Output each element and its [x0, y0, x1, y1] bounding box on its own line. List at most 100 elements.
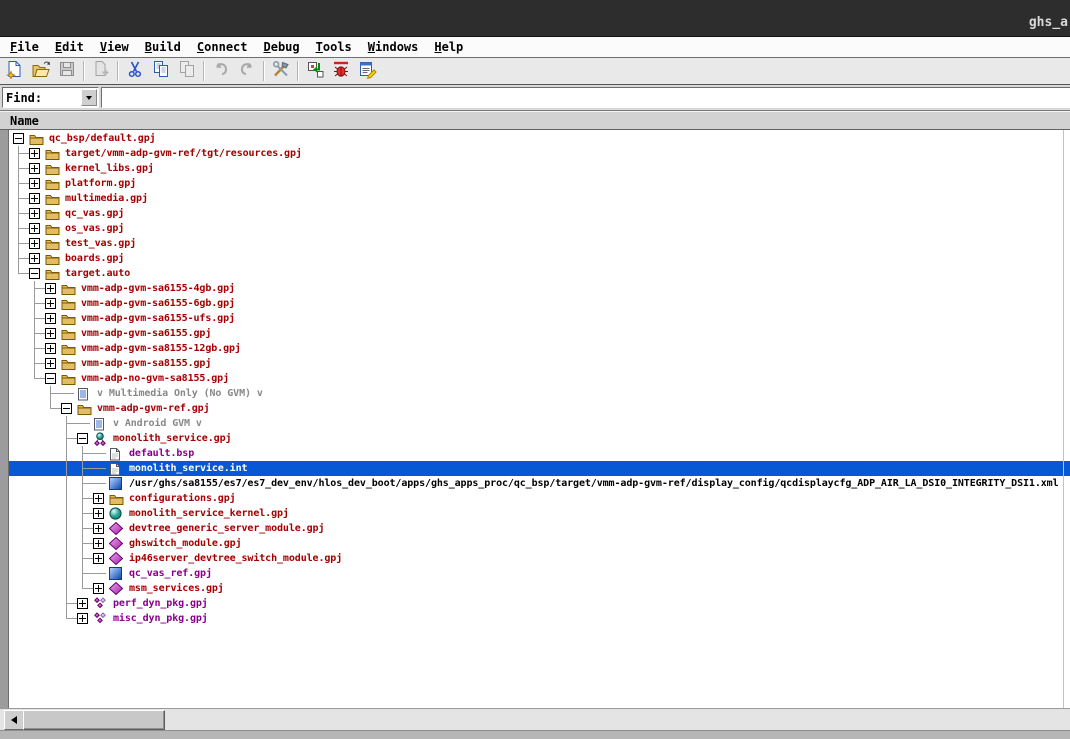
expand-toggle[interactable] [29, 178, 40, 189]
menu-connect[interactable]: Connect [189, 39, 256, 55]
expand-toggle[interactable] [45, 313, 56, 324]
tree-guide [13, 371, 29, 386]
tree-row-label: qc_vas.gpj [61, 208, 124, 219]
expand-toggle[interactable] [45, 328, 56, 339]
expand-toggle[interactable] [61, 403, 72, 414]
expand-toggle[interactable] [29, 238, 40, 249]
tree-row[interactable]: boards.gpj [9, 251, 1070, 266]
tree-row[interactable]: target.auto [9, 266, 1070, 281]
expand-toggle[interactable] [77, 433, 88, 444]
tree-row[interactable]: monolith_service.gpj [9, 431, 1070, 446]
expand-toggle[interactable] [29, 163, 40, 174]
tree-row[interactable]: /usr/ghs/sa8155/es7/es7_dev_env/hlos_dev… [9, 476, 1070, 491]
tree-guide [45, 596, 61, 611]
tree-row[interactable]: qc_bsp/default.gpj [9, 131, 1070, 146]
tree-row[interactable]: kernel_libs.gpj [9, 161, 1070, 176]
scrollbar-thumb[interactable] [23, 710, 165, 730]
expand-toggle[interactable] [29, 268, 40, 279]
tree-row[interactable]: multimedia.gpj [9, 191, 1070, 206]
menu-help[interactable]: Help [426, 39, 471, 55]
copy-button[interactable] [148, 59, 174, 83]
expand-toggle[interactable] [45, 343, 56, 354]
tree-row[interactable]: os_vas.gpj [9, 221, 1070, 236]
tree-row[interactable]: devtree_generic_server_module.gpj [9, 521, 1070, 536]
expand-toggle[interactable] [29, 193, 40, 204]
expand-toggle[interactable] [93, 523, 104, 534]
tree-row[interactable]: vmm-adp-gvm-sa6155.gpj [9, 326, 1070, 341]
expand-toggle[interactable] [45, 358, 56, 369]
tree-guide [45, 536, 61, 551]
tree-row[interactable]: qc_vas.gpj [9, 206, 1070, 221]
tree-row[interactable]: msm_services.gpj [9, 581, 1070, 596]
edit-notes-icon [357, 59, 377, 83]
tree-row[interactable]: ghswitch_module.gpj [9, 536, 1070, 551]
tree-row[interactable]: vmm-adp-gvm-sa6155-4gb.gpj [9, 281, 1070, 296]
tree-row[interactable]: default.bsp [9, 446, 1070, 461]
menu-windows[interactable]: Windows [360, 39, 427, 55]
tree-row[interactable]: v Android GVM v [9, 416, 1070, 431]
tree-row[interactable]: vmm-adp-gvm-sa6155-6gb.gpj [9, 296, 1070, 311]
tree-row[interactable]: misc_dyn_pkg.gpj [9, 611, 1070, 626]
build-target-button[interactable] [302, 59, 328, 83]
tree-guide [61, 521, 77, 536]
tree-row[interactable]: perf_dyn_pkg.gpj [9, 596, 1070, 611]
tree-guide [77, 566, 93, 581]
tree-row-label: monolith_service_kernel.gpj [125, 508, 289, 519]
tree-row[interactable]: configurations.gpj [9, 491, 1070, 506]
expand-toggle[interactable] [77, 613, 88, 624]
tree-guide [13, 446, 29, 461]
expand-toggle[interactable] [29, 208, 40, 219]
open-project-button[interactable] [28, 59, 54, 83]
expand-toggle[interactable] [45, 373, 56, 384]
doc-icon [109, 461, 125, 476]
open-project-icon [31, 59, 51, 83]
expand-toggle[interactable] [29, 223, 40, 234]
expand-toggle[interactable] [13, 133, 24, 144]
new-file-button[interactable] [2, 59, 28, 83]
folder-icon [61, 326, 77, 341]
tree-row[interactable]: qc_vas_ref.gpj [9, 566, 1070, 581]
tree-row[interactable]: vmm-adp-gvm-ref.gpj [9, 401, 1070, 416]
build-options-button[interactable] [268, 59, 294, 83]
expand-cell [45, 326, 61, 341]
find-dropdown-button[interactable] [81, 89, 97, 106]
expand-toggle[interactable] [93, 583, 104, 594]
tree-row[interactable]: v Multimedia Only (No GVM) v [9, 386, 1070, 401]
expand-cell [93, 506, 109, 521]
tree-row[interactable]: vmm-adp-gvm-sa8155-12gb.gpj [9, 341, 1070, 356]
menu-debug[interactable]: Debug [256, 39, 308, 55]
horizontal-scrollbar[interactable] [0, 708, 1070, 730]
expand-toggle[interactable] [77, 598, 88, 609]
expand-toggle[interactable] [29, 148, 40, 159]
menu-view[interactable]: View [92, 39, 137, 55]
expand-toggle[interactable] [93, 553, 104, 564]
menu-edit[interactable]: Edit [47, 39, 92, 55]
tree-row[interactable]: test_vas.gpj [9, 236, 1070, 251]
expand-toggle[interactable] [45, 298, 56, 309]
expand-toggle[interactable] [93, 538, 104, 549]
tree-row[interactable]: monolith_service.int [9, 461, 1070, 476]
cut-button[interactable] [122, 59, 148, 83]
scrollbar-trough[interactable] [165, 710, 1070, 729]
expand-toggle[interactable] [29, 253, 40, 264]
tree-row[interactable]: platform.gpj [9, 176, 1070, 191]
expand-toggle[interactable] [93, 493, 104, 504]
tree-guide [45, 551, 61, 566]
tree-row[interactable]: ip46server_devtree_switch_module.gpj [9, 551, 1070, 566]
menu-file[interactable]: File [2, 39, 47, 55]
find-combo[interactable]: Find: [2, 87, 99, 108]
menu-build[interactable]: Build [137, 39, 189, 55]
tree-row[interactable]: vmm-adp-gvm-sa8155.gpj [9, 356, 1070, 371]
expand-cell [61, 401, 77, 416]
edit-notes-button[interactable] [354, 59, 380, 83]
expand-toggle[interactable] [45, 283, 56, 294]
scroll-left-button[interactable] [4, 710, 24, 730]
tree-row[interactable]: vmm-adp-no-gvm-sa8155.gpj [9, 371, 1070, 386]
debug-button[interactable] [328, 59, 354, 83]
expand-toggle[interactable] [93, 508, 104, 519]
menu-tools[interactable]: Tools [308, 39, 360, 55]
tree-row[interactable]: vmm-adp-gvm-sa6155-ufs.gpj [9, 311, 1070, 326]
tree-row[interactable]: monolith_service_kernel.gpj [9, 506, 1070, 521]
tree-row[interactable]: target/vmm-adp-gvm-ref/tgt/resources.gpj [9, 146, 1070, 161]
find-input[interactable] [101, 87, 1070, 108]
